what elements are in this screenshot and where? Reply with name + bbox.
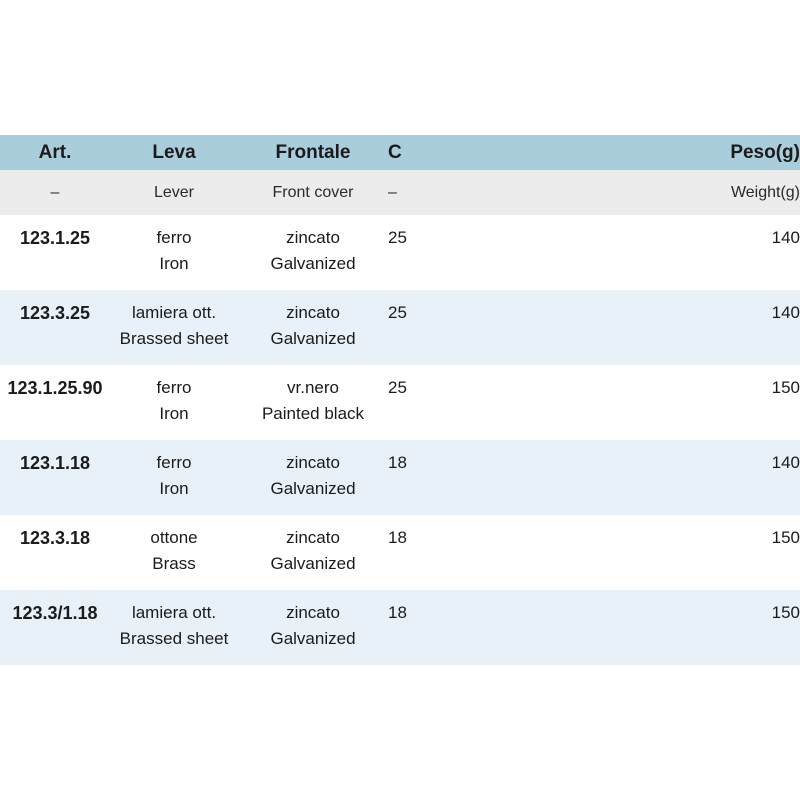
cell-leva: ottone Brass — [110, 515, 238, 590]
column-subtitle-c: – — [388, 184, 397, 201]
cell-c-value: 25 — [388, 228, 407, 247]
cell-leva: ferro Iron — [110, 215, 238, 290]
cell-c-value: 25 — [388, 378, 407, 397]
cell-art: 123.3.25 — [0, 290, 110, 365]
cell-frontale-it: zincato — [286, 603, 340, 622]
cell-leva-it: lamiera ott. — [131, 603, 217, 622]
cell-peso: 140 — [570, 215, 800, 290]
cell-peso: 140 — [570, 440, 800, 515]
cell-peso-value: 150 — [771, 528, 800, 547]
cell-frontale: vr.nero Painted black — [238, 365, 388, 440]
column-header-frontale[interactable]: Frontale — [238, 135, 388, 170]
cell-c-value: 18 — [388, 453, 407, 472]
cell-c: 18 — [388, 590, 570, 665]
column-subtitle-leva: Lever — [153, 184, 195, 201]
column-header-art[interactable]: Art. — [0, 135, 110, 170]
cell-c: 25 — [388, 215, 570, 290]
cell-frontale-en: Galvanized — [270, 329, 356, 348]
cell-art: 123.1.25.90 — [0, 365, 110, 440]
cell-peso: 140 — [570, 290, 800, 365]
cell-leva-it: ferro — [156, 228, 192, 247]
cell-peso-value: 140 — [771, 303, 800, 322]
cell-frontale-it: zincato — [286, 303, 340, 322]
column-subtitle-art: – — [50, 184, 60, 201]
cell-art: 123.1.18 — [0, 440, 110, 515]
cell-leva-it: lamiera ott. — [131, 303, 217, 322]
cell-art-code: 123.1.25 — [19, 228, 91, 248]
table-row[interactable]: 123.1.25 ferro Iron zincato Galvanized 2… — [0, 215, 800, 290]
cell-art-code: 123.1.18 — [19, 453, 91, 473]
cell-leva-it: ferro — [156, 378, 192, 397]
cell-c-value: 18 — [388, 528, 407, 547]
product-specification-table: Art. Leva Frontale C Peso(g) – Lever Fro… — [0, 135, 800, 665]
cell-leva-en: Brass — [152, 554, 196, 573]
cell-frontale-en: Painted black — [261, 404, 365, 423]
cell-peso-value: 140 — [771, 453, 800, 472]
cell-leva: ferro Iron — [110, 440, 238, 515]
table-row[interactable]: 123.1.25.90 ferro Iron vr.nero Painted b… — [0, 365, 800, 440]
column-header-leva[interactable]: Leva — [110, 135, 238, 170]
cell-art: 123.3.18 — [0, 515, 110, 590]
cell-frontale-it: zincato — [286, 453, 340, 472]
column-header-c[interactable]: C — [388, 135, 570, 170]
cell-art-code: 123.1.25.90 — [7, 378, 103, 398]
cell-leva-en: Brassed sheet — [119, 329, 229, 348]
cell-peso: 150 — [570, 515, 800, 590]
cell-frontale-it: zincato — [286, 528, 340, 547]
cell-peso-value: 150 — [771, 378, 800, 397]
table-header-row: Art. Leva Frontale C Peso(g) — [0, 135, 800, 170]
table-subtitle-row: – Lever Front cover – Weight(g) — [0, 170, 800, 215]
table-head: Art. Leva Frontale C Peso(g) – Lever Fro… — [0, 135, 800, 215]
cell-frontale: zincato Galvanized — [238, 515, 388, 590]
cell-art: 123.1.25 — [0, 215, 110, 290]
cell-leva-en: Brassed sheet — [119, 629, 229, 648]
cell-frontale: zincato Galvanized — [238, 290, 388, 365]
table-row[interactable]: 123.1.18 ferro Iron zincato Galvanized 1… — [0, 440, 800, 515]
cell-peso-value: 140 — [771, 228, 800, 247]
cell-peso-value: 150 — [771, 603, 800, 622]
cell-c: 25 — [388, 365, 570, 440]
cell-frontale-en: Galvanized — [270, 629, 356, 648]
cell-frontale-it: vr.nero — [287, 378, 339, 397]
column-subtitle-frontale: Front cover — [272, 184, 354, 201]
specification-table-container: Art. Leva Frontale C Peso(g) – Lever Fro… — [0, 0, 800, 800]
cell-leva-it: ferro — [156, 453, 192, 472]
cell-peso: 150 — [570, 590, 800, 665]
table-body: 123.1.25 ferro Iron zincato Galvanized 2… — [0, 215, 800, 665]
table-row[interactable]: 123.3/1.18 lamiera ott. Brassed sheet zi… — [0, 590, 800, 665]
cell-leva-it: ottone — [150, 528, 198, 547]
cell-frontale-en: Galvanized — [270, 479, 356, 498]
cell-art-code: 123.3.25 — [19, 303, 91, 323]
cell-leva-en: Iron — [159, 254, 189, 273]
cell-frontale-en: Galvanized — [270, 554, 356, 573]
column-subtitle-peso: Weight(g) — [730, 184, 800, 201]
cell-c: 18 — [388, 440, 570, 515]
cell-leva: lamiera ott. Brassed sheet — [110, 590, 238, 665]
cell-frontale: zincato Galvanized — [238, 215, 388, 290]
cell-art: 123.3/1.18 — [0, 590, 110, 665]
cell-art-code: 123.3.18 — [19, 528, 91, 548]
cell-frontale-it: zincato — [286, 228, 340, 247]
cell-c-value: 18 — [388, 603, 407, 622]
cell-c: 18 — [388, 515, 570, 590]
cell-frontale: zincato Galvanized — [238, 440, 388, 515]
cell-leva-en: Iron — [159, 404, 189, 423]
cell-leva: lamiera ott. Brassed sheet — [110, 290, 238, 365]
table-row[interactable]: 123.3.25 lamiera ott. Brassed sheet zinc… — [0, 290, 800, 365]
cell-c-value: 25 — [388, 303, 407, 322]
cell-frontale-en: Galvanized — [270, 254, 356, 273]
table-row[interactable]: 123.3.18 ottone Brass zincato Galvanized — [0, 515, 800, 590]
cell-peso: 150 — [570, 365, 800, 440]
column-header-peso[interactable]: Peso(g) — [570, 135, 800, 170]
cell-leva-en: Iron — [159, 479, 189, 498]
cell-c: 25 — [388, 290, 570, 365]
cell-frontale: zincato Galvanized — [238, 590, 388, 665]
cell-leva: ferro Iron — [110, 365, 238, 440]
cell-art-code: 123.3/1.18 — [12, 603, 98, 623]
